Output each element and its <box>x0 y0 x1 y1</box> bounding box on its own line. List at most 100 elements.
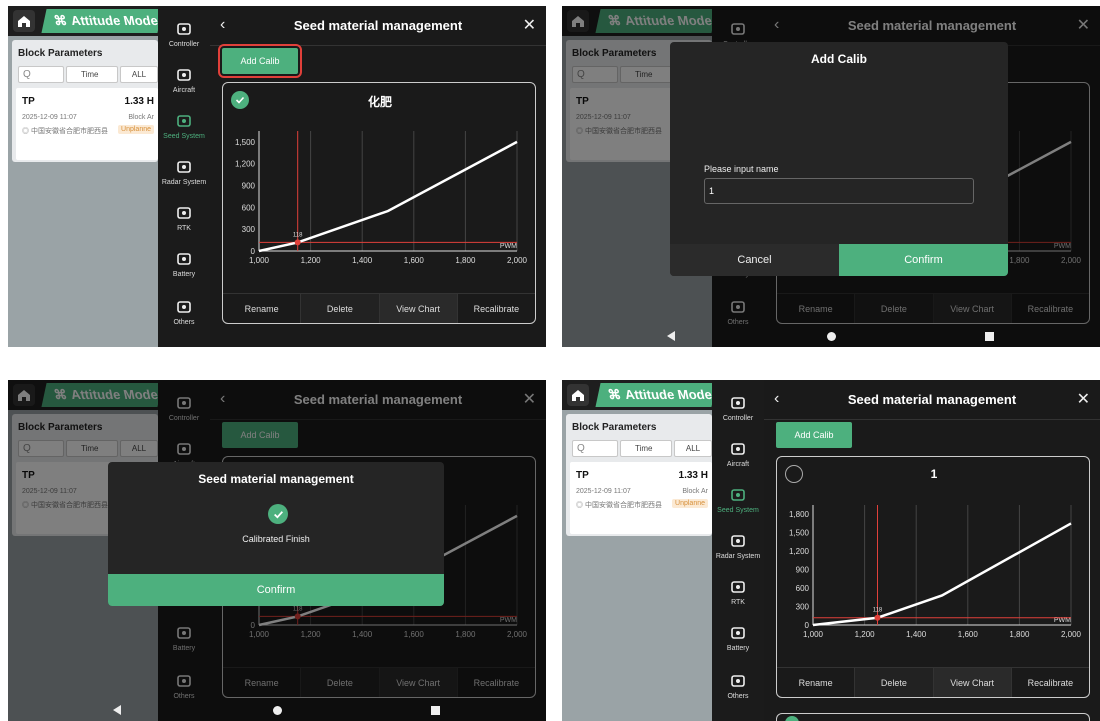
rename-button[interactable]: Rename <box>777 668 856 697</box>
nav-item-aircraft[interactable]: Aircraft <box>158 66 210 94</box>
search-input[interactable]: Q <box>18 66 64 83</box>
list-item[interactable]: TP 1.33 H 2025-12-09 11:07 Block Ar Unpl… <box>570 462 712 534</box>
nav-item-seed-system[interactable]: Seed System <box>712 486 764 514</box>
nav-item-controller[interactable]: Controller <box>158 20 210 48</box>
block-date: 2025-12-09 11:07 <box>576 488 631 495</box>
x-tick-label: 1,600 <box>958 630 979 639</box>
view-chart-button[interactable]: View Chart <box>933 668 1012 697</box>
block-type: Block Ar <box>128 114 154 121</box>
nav-label: RTK <box>177 225 191 232</box>
block-area: 1.33 H <box>678 470 708 481</box>
delete-button[interactable]: Delete <box>855 668 934 697</box>
nav-item-radar[interactable]: Radar System <box>158 158 210 186</box>
y-tick-label: 300 <box>242 225 256 234</box>
calibration-name: 1 <box>930 467 938 481</box>
header: ‹ Seed material management ✕ <box>210 6 546 46</box>
y-tick-label: 900 <box>242 182 256 191</box>
nav-label: Aircraft <box>172 87 196 94</box>
all-filter[interactable]: ALL <box>120 66 158 83</box>
home-nav-icon[interactable] <box>273 706 282 715</box>
rtk-icon <box>729 578 747 596</box>
dialog-title: Add Calib <box>811 52 867 66</box>
calibration-name: 化肥 <box>367 95 392 109</box>
close-icon[interactable]: ✕ <box>1077 389 1090 409</box>
nav-item-gear[interactable]: Others <box>158 298 210 326</box>
nav-label: Battery <box>726 645 750 652</box>
marker-label: 118 <box>873 608 883 614</box>
drone-icon: ⌘ <box>52 13 69 28</box>
nav-label: RTK <box>731 599 745 606</box>
nav-item-rtk[interactable]: RTK <box>712 578 764 606</box>
add-calib-button[interactable]: Add Calib <box>218 44 302 78</box>
calibration-card[interactable]: 1 1,000 1,200 1,400 1,600 1,800 2,000 0 300 600 9… <box>776 456 1090 698</box>
home-nav-icon[interactable] <box>827 332 836 341</box>
home-icon[interactable] <box>567 384 589 406</box>
y-tick-label: 600 <box>796 584 810 593</box>
x-tick-label: 1,000 <box>803 630 824 639</box>
nav-item-radar[interactable]: Radar System <box>712 532 764 560</box>
view-chart-button[interactable]: View Chart <box>379 294 458 323</box>
recent-apps-icon[interactable] <box>985 332 994 341</box>
success-check-icon <box>268 504 288 524</box>
recalibrate-button[interactable]: Recalibrate <box>458 294 535 323</box>
nav-item-controller[interactable]: Controller <box>712 394 764 422</box>
x-tick-label: 1,400 <box>352 256 373 265</box>
y-tick-label: 1,500 <box>789 529 810 538</box>
block-type: Block Ar <box>682 488 708 495</box>
calibration-card[interactable]: 化肥 1,000 1,200 1,400 1,600 1,800 2,000 0 300 600… <box>222 82 536 324</box>
attitude-mode-button[interactable]: ⌘ Attitude Mode <box>595 383 717 407</box>
block-location: ◎ 中国安徽省合肥市肥西县 <box>22 128 108 135</box>
confirm-button[interactable]: Confirm <box>839 244 1008 276</box>
block-parameters-card: Block Parameters Q Time ALL TP 1.33 H 20… <box>12 40 158 162</box>
rename-button[interactable]: Rename <box>223 294 302 323</box>
y-tick-label: 600 <box>242 203 256 212</box>
recent-apps-icon[interactable] <box>431 706 440 715</box>
home-icon[interactable] <box>13 10 35 32</box>
search-input[interactable]: Q <box>572 440 618 457</box>
nav-label: Others <box>727 693 749 700</box>
seed-system-icon <box>175 112 193 130</box>
nav-label: Seed System <box>717 507 759 514</box>
attitude-mode-button[interactable]: ⌘ Attitude Mode <box>41 9 163 33</box>
android-nav-bar <box>562 329 1100 347</box>
nav-item-gear[interactable]: Others <box>712 672 764 700</box>
all-filter[interactable]: ALL <box>674 440 712 457</box>
nav-item-seed-system[interactable]: Seed System <box>158 112 210 140</box>
radar-icon <box>729 532 747 550</box>
cancel-button[interactable]: Cancel <box>670 244 839 276</box>
header: ‹ Seed material management ✕ <box>764 380 1100 420</box>
y-tick-label: 1,200 <box>235 160 256 169</box>
status-badge: Unplanne <box>118 125 154 134</box>
status-badge: Unplanne <box>672 499 708 508</box>
top-bar: ⌘ Attitude Mode <box>8 6 163 36</box>
x-axis-label: PWM <box>500 243 517 250</box>
mode-label: Attitude Mode <box>69 13 159 28</box>
block-name: TP <box>22 96 35 107</box>
nav-label: Aircraft <box>726 461 750 468</box>
recalibrate-button[interactable]: Recalibrate <box>1012 668 1089 697</box>
time-filter[interactable]: Time <box>620 440 672 457</box>
nav-item-battery[interactable]: Battery <box>712 624 764 652</box>
add-calib-button[interactable]: Add Calib <box>776 422 852 448</box>
nav-item-rtk[interactable]: RTK <box>158 204 210 232</box>
nav-item-aircraft[interactable]: Aircraft <box>712 440 764 468</box>
delete-button[interactable]: Delete <box>301 294 380 323</box>
side-nav: Controller Aircraft Seed System Radar Sy… <box>158 6 210 347</box>
rtk-icon <box>175 204 193 222</box>
mode-label: Attitude Mode <box>623 387 713 402</box>
close-icon[interactable]: ✕ <box>523 15 536 35</box>
calibration-chart: 1,000 1,200 1,400 1,600 1,800 2,000 0 300 600 900… <box>789 505 1082 639</box>
time-filter[interactable]: Time <box>66 66 118 83</box>
nav-label: Radar System <box>715 553 761 560</box>
nav-item-battery[interactable]: Battery <box>158 250 210 278</box>
selected-check-icon <box>785 716 799 721</box>
radar-icon <box>175 158 193 176</box>
page-title: Seed material management <box>293 18 463 33</box>
nav-label: Controller <box>722 415 754 422</box>
back-nav-icon[interactable] <box>113 705 121 715</box>
list-item[interactable]: TP 1.33 H 2025-12-09 11:07 Block Ar Unpl… <box>16 88 158 160</box>
confirm-button[interactable]: Confirm <box>108 574 444 606</box>
back-nav-icon[interactable] <box>667 331 675 341</box>
name-input[interactable]: 1 <box>704 178 974 204</box>
x-tick-label: 1,200 <box>855 630 876 639</box>
